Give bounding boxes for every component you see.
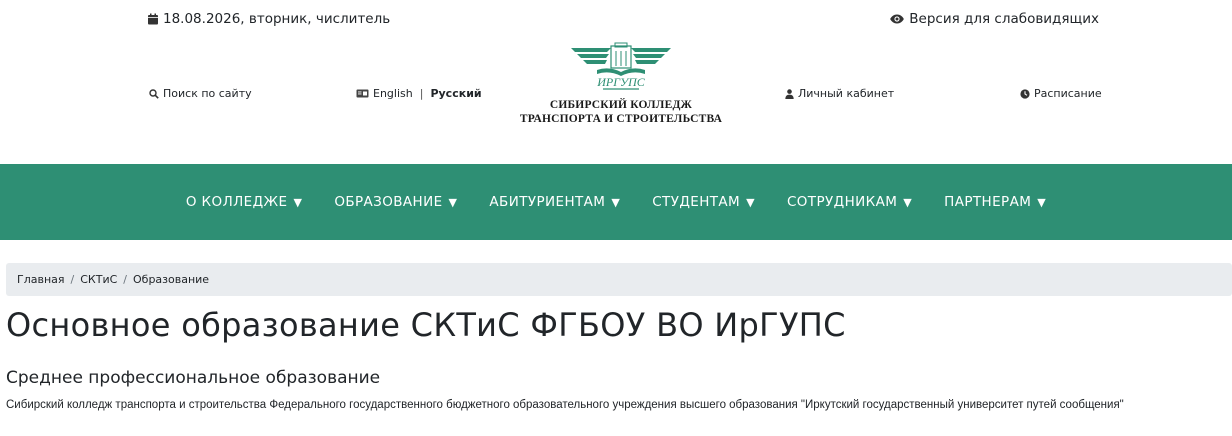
breadcrumb: Главная / СКТиС / Образование bbox=[6, 263, 1232, 296]
breadcrumb-separator: / bbox=[70, 273, 75, 286]
personal-account-label: Личный кабинет bbox=[798, 87, 895, 100]
nav-item-label: СТУДЕНТАМ bbox=[652, 194, 741, 210]
nav-item-applicants[interactable]: АБИТУРИЕНТАМ ▼ bbox=[473, 194, 636, 210]
college-logo[interactable]: ИРГУПС СИБИРСКИЙ КОЛЛЕДЖ ТРАНСПОРТА И СТ… bbox=[510, 40, 732, 164]
college-name: СИБИРСКИЙ КОЛЛЕДЖ ТРАНСПОРТА И СТРОИТЕЛЬ… bbox=[510, 98, 732, 126]
breadcrumb-separator: / bbox=[123, 273, 127, 286]
lang-english-link[interactable]: English bbox=[373, 87, 413, 100]
top-bar: 18.08.2026, вторник, числитель Версия дл… bbox=[0, 0, 1232, 40]
caret-down-icon: ▼ bbox=[611, 195, 621, 209]
college-name-line2: ТРАНСПОРТА И СТРОИТЕЛЬСТВА bbox=[519, 113, 723, 125]
eye-icon bbox=[890, 14, 905, 24]
site-search-link[interactable]: Поиск по сайту bbox=[149, 87, 252, 100]
section-heading: Среднее профессиональное образование bbox=[6, 368, 381, 388]
user-icon bbox=[785, 88, 794, 99]
search-icon bbox=[149, 88, 159, 99]
low-vision-link[interactable]: Версия для слабовидящих bbox=[890, 11, 1099, 27]
schedule-link[interactable]: Расписание bbox=[1020, 87, 1102, 100]
caret-down-icon: ▼ bbox=[903, 195, 913, 209]
low-vision-label: Версия для слабовидящих bbox=[909, 11, 1099, 27]
nav-item-label: ОБРАЗОВАНИЕ bbox=[334, 194, 443, 210]
section-description: Сибирский колледж транспорта и строитель… bbox=[6, 399, 1124, 411]
nav-item-students[interactable]: СТУДЕНТАМ ▼ bbox=[636, 194, 771, 210]
main-navigation: О КОЛЛЕДЖЕ ▼ ОБРАЗОВАНИЕ ▼ АБИТУРИЕНТАМ … bbox=[0, 164, 1232, 240]
caret-down-icon: ▼ bbox=[293, 195, 303, 209]
header: Поиск по сайту English | Русский ИРГУПС … bbox=[0, 40, 1232, 164]
nav-item-partners[interactable]: ПАРТНЕРАМ ▼ bbox=[928, 194, 1062, 210]
caret-down-icon: ▼ bbox=[448, 195, 458, 209]
nav-item-label: СОТРУДНИКАМ bbox=[786, 194, 898, 210]
caret-down-icon: ▼ bbox=[1037, 195, 1047, 209]
irgups-emblem-icon: ИРГУПС bbox=[571, 42, 671, 90]
clock-icon bbox=[1020, 88, 1030, 99]
lang-separator: | bbox=[419, 87, 424, 100]
breadcrumb-college[interactable]: СКТиС bbox=[80, 273, 117, 286]
breadcrumb-current: Образование bbox=[133, 273, 210, 286]
breadcrumb-home[interactable]: Главная bbox=[17, 273, 65, 286]
college-name-line1: СИБИРСКИЙ КОЛЛЕДЖ bbox=[549, 99, 693, 111]
language-icon bbox=[356, 89, 369, 98]
nav-item-label: ПАРТНЕРАМ bbox=[944, 194, 1032, 210]
site-search-label: Поиск по сайту bbox=[163, 87, 252, 100]
nav-item-staff[interactable]: СОТРУДНИКАМ ▼ bbox=[771, 194, 928, 210]
personal-account-link[interactable]: Личный кабинет bbox=[785, 87, 894, 100]
current-date: 18.08.2026, вторник, числитель bbox=[147, 11, 390, 27]
caret-down-icon: ▼ bbox=[746, 195, 755, 209]
date-text: 18.08.2026, вторник, числитель bbox=[163, 11, 391, 27]
nav-item-education[interactable]: ОБРАЗОВАНИЕ ▼ bbox=[318, 194, 473, 210]
nav-item-about[interactable]: О КОЛЛЕДЖЕ ▼ bbox=[170, 194, 318, 210]
schedule-label: Расписание bbox=[1034, 87, 1102, 100]
language-switcher: English | Русский bbox=[356, 87, 482, 100]
calendar-icon bbox=[148, 13, 158, 25]
nav-item-label: АБИТУРИЕНТАМ bbox=[489, 194, 606, 210]
page-title: Основное образование СКТиС ФГБОУ ВО ИрГУ… bbox=[6, 306, 846, 344]
logo-brand-text: ИРГУПС bbox=[596, 75, 646, 89]
lang-russian-link[interactable]: Русский bbox=[430, 87, 481, 100]
nav-item-label: О КОЛЛЕДЖЕ bbox=[185, 194, 288, 210]
